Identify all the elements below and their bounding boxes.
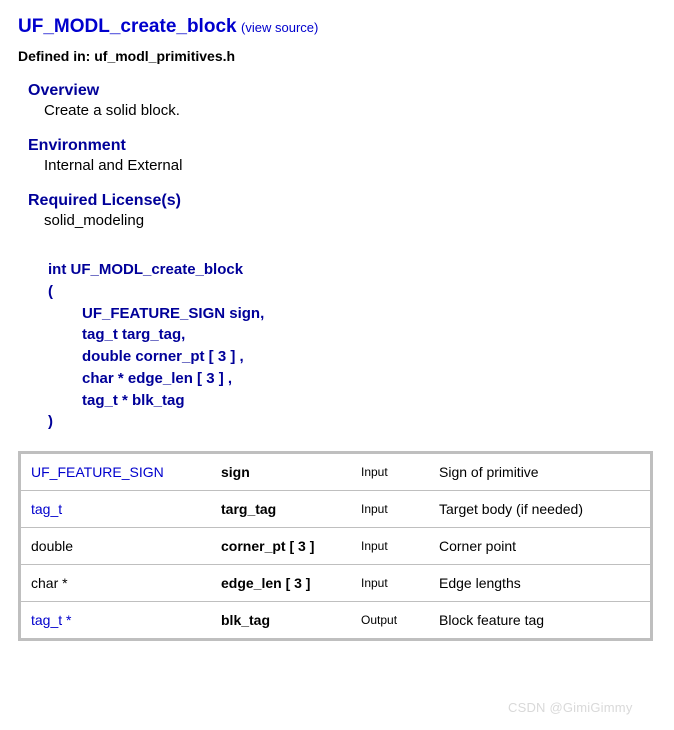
- param-description: Edge lengths: [429, 565, 652, 602]
- type-link[interactable]: tag_t: [31, 501, 62, 517]
- environment-section: Environment Internal and External: [28, 137, 656, 174]
- param-name: sign: [211, 453, 351, 491]
- function-signature: int UF_MODL_create_block ( UF_FEATURE_SI…: [48, 259, 656, 433]
- license-body: solid_modeling: [44, 212, 656, 229]
- table-row: doublecorner_pt [ 3 ]InputCorner point: [20, 528, 652, 565]
- sig-close: ): [48, 411, 656, 433]
- table-row: UF_FEATURE_SIGN signInputSign of primitiv…: [20, 453, 652, 491]
- environment-body: Internal and External: [44, 157, 656, 174]
- table-row: tag_t * blk_tagOutputBlock feature tag: [20, 602, 652, 640]
- defined-in: Defined in: uf_modl_primitives.h: [18, 48, 656, 64]
- param-name: targ_tag: [211, 491, 351, 528]
- param-direction: Input: [351, 453, 429, 491]
- param-direction: Output: [351, 602, 429, 640]
- type-link[interactable]: UF_FEATURE_SIGN: [31, 464, 164, 480]
- type-link[interactable]: tag_t *: [31, 612, 71, 628]
- environment-head: Environment: [28, 137, 656, 155]
- parameters-table: UF_FEATURE_SIGNsignInputSign of primitiv…: [18, 451, 653, 641]
- param-direction: Input: [351, 528, 429, 565]
- overview-body: Create a solid block.: [44, 102, 656, 119]
- sig-param: tag_t targ_tag,: [82, 324, 656, 346]
- page-title-row: UF_MODL_create_block (view source): [18, 16, 656, 38]
- param-type: char *: [20, 565, 212, 602]
- sig-param: UF_FEATURE_SIGN sign,: [82, 303, 656, 325]
- param-direction: Input: [351, 565, 429, 602]
- defined-in-file: uf_modl_primitives.h: [94, 48, 235, 64]
- param-type: UF_FEATURE_SIGN: [20, 453, 212, 491]
- param-description: Corner point: [429, 528, 652, 565]
- defined-in-label: Defined in:: [18, 48, 90, 64]
- sig-open: (: [48, 281, 656, 303]
- param-name: edge_len [ 3 ]: [211, 565, 351, 602]
- param-type: double: [20, 528, 212, 565]
- sig-return-name: int UF_MODL_create_block: [48, 259, 656, 281]
- overview-section: Overview Create a solid block.: [28, 82, 656, 119]
- watermark: CSDN @GimiGimmy: [508, 700, 633, 715]
- table-row: char *edge_len [ 3 ]InputEdge lengths: [20, 565, 652, 602]
- view-source-link[interactable]: (view source): [241, 20, 318, 35]
- license-head: Required License(s): [28, 192, 656, 210]
- sig-param: tag_t * blk_tag: [82, 390, 656, 412]
- param-type: tag_t: [20, 491, 212, 528]
- license-section: Required License(s) solid_modeling: [28, 192, 656, 229]
- overview-head: Overview: [28, 82, 656, 100]
- sig-param: double corner_pt [ 3 ] ,: [82, 346, 656, 368]
- param-name: blk_tag: [211, 602, 351, 640]
- param-name: corner_pt [ 3 ]: [211, 528, 351, 565]
- table-row: tag_t targ_tagInputTarget body (if needed…: [20, 491, 652, 528]
- function-name: UF_MODL_create_block: [18, 16, 237, 37]
- param-type: tag_t *: [20, 602, 212, 640]
- param-description: Sign of primitive: [429, 453, 652, 491]
- param-direction: Input: [351, 491, 429, 528]
- param-description: Block feature tag: [429, 602, 652, 640]
- param-description: Target body (if needed): [429, 491, 652, 528]
- sig-param: char * edge_len [ 3 ] ,: [82, 368, 656, 390]
